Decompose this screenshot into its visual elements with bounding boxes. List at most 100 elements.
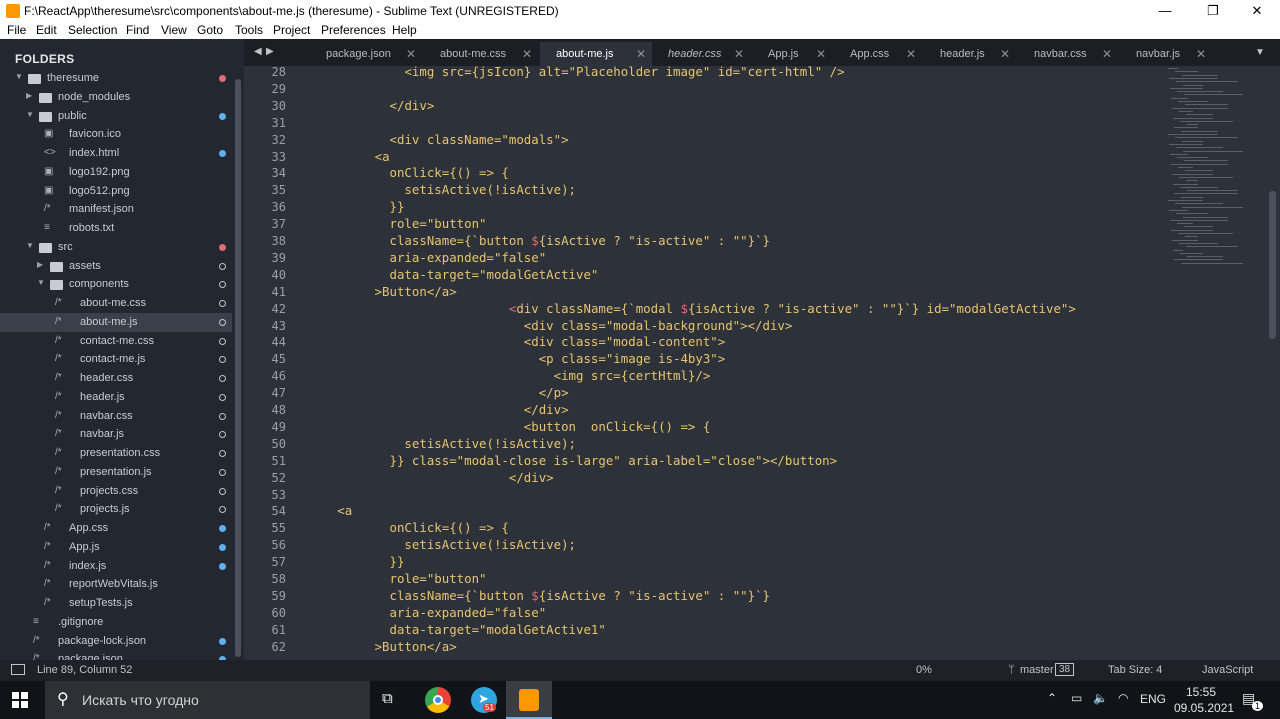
code-line[interactable]: <p class="image is-4by3"> [300,351,726,366]
code-line[interactable]: className={`button ${isActive ? "is-acti… [300,233,770,248]
sidebar-item[interactable]: /* setupTests.js [0,594,232,613]
minimize-button[interactable]: — [1142,0,1188,22]
menu-view[interactable]: View [161,23,187,37]
tab-prev-icon[interactable]: ◀ [254,46,262,57]
sidebar-item[interactable]: /* header.js [0,388,232,407]
sidebar-item[interactable]: /* App.js [0,538,232,557]
chevron-down-icon[interactable]: ▼ [26,110,34,119]
close-tab-icon[interactable]: ✕ [1000,42,1010,66]
taskbar-search[interactable]: ⚲ Искать что угодно [45,681,370,719]
sidebar-item[interactable]: ▼ theresume [0,69,232,88]
chevron-down-icon[interactable]: ▼ [26,241,34,250]
sublime-taskbar-item[interactable] [506,681,552,719]
sidebar-item[interactable]: /* App.css [0,519,232,538]
menu-goto[interactable]: Goto [197,23,223,37]
sidebar-item[interactable]: /* header.css [0,369,232,388]
sidebar-item[interactable]: /* projects.js [0,500,232,519]
code-line[interactable]: </div> [300,470,554,485]
sidebar-item[interactable]: ▣ logo192.png [0,163,232,182]
sidebar-item[interactable]: /* about-me.js [0,312,232,332]
close-tab-icon[interactable]: ✕ [406,42,416,66]
code-line[interactable]: setisActive(!isActive); [300,436,576,451]
sidebar-item[interactable]: /* presentation.js [0,463,232,482]
close-tab-icon[interactable]: ✕ [1196,42,1206,66]
code-line[interactable]: </div> [300,98,435,113]
sidebar-item[interactable]: ▶ assets [0,257,232,276]
sidebar-item[interactable]: /* about-me.css [0,294,232,313]
sidebar-item[interactable]: /* navbar.css [0,407,232,426]
sidebar-item[interactable]: /* package.json [0,650,232,660]
tab-next-icon[interactable]: ▶ [266,46,274,57]
sidebar-item[interactable]: ▣ favicon.ico [0,125,232,144]
code-line[interactable]: onClick={() => { [300,165,509,180]
code-line[interactable]: <div class="modal-content"> [300,334,725,349]
telegram-icon[interactable]: ➤ 51 [471,687,497,713]
clock-time[interactable]: 15:55 [1186,685,1216,699]
tab-app-css[interactable]: App.css ✕ [834,42,922,66]
code-line[interactable]: setisActive(!isActive); [300,182,576,197]
code-line[interactable]: data-target="modalGetActive1" [300,622,606,637]
battery-icon[interactable]: ▭ [1071,691,1082,705]
code-line[interactable]: <div className="modals"> [300,132,569,147]
code-line[interactable]: aria-expanded="false" [300,605,547,620]
code-line[interactable]: aria-expanded="false" [300,250,547,265]
code-line[interactable]: }} [300,554,405,569]
tab-list-icon[interactable]: ▼ [1255,47,1265,58]
code-line[interactable]: </div> [300,402,569,417]
tab-about-me-js[interactable]: about-me.js ✕ [540,42,652,66]
wifi-icon[interactable]: ◠ [1118,691,1128,705]
menu-help[interactable]: Help [392,23,417,37]
code-line[interactable]: data-target="modalGetActive" [300,267,599,282]
code-line[interactable]: >Button</a> [300,639,457,654]
code-line[interactable]: role="button" [300,571,487,586]
sidebar-item[interactable]: /* package-lock.json [0,632,232,651]
code-line[interactable]: <button onClick={() => { [300,419,711,434]
chevron-down-icon[interactable]: ▼ [15,72,23,81]
sidebar-item[interactable]: ▶ node_modules [0,88,232,107]
code-line[interactable]: }} [300,199,405,214]
code-line[interactable]: <img src={certHtml}/> [300,368,711,383]
code-line[interactable]: onClick={() => { [300,520,509,535]
close-tab-icon[interactable]: ✕ [816,42,826,66]
tab-package-json[interactable]: package.json ✕ [310,42,422,66]
close-tab-icon[interactable]: ✕ [636,42,646,66]
code-line[interactable]: <div className={`modal ${isActive ? "is-… [300,301,1076,316]
tab-app-js[interactable]: App.js ✕ [752,42,832,66]
tab-size[interactable]: Tab Size: 4 [1108,664,1162,676]
menu-preferences[interactable]: Preferences [321,23,386,37]
panel-toggle-icon[interactable] [11,664,25,675]
sidebar-item[interactable]: ▼ components [0,275,232,294]
menu-tools[interactable]: Tools [235,23,263,37]
task-view-icon[interactable]: ⧉ [382,690,393,707]
code-line[interactable]: <a [300,503,352,518]
git-branch[interactable]: master [1020,664,1054,676]
sidebar-item[interactable]: ▼ src [0,238,232,257]
code-editor[interactable]: 28 <img src={jsIcon} alt="Placeholder im… [244,66,1280,660]
sidebar-item[interactable]: /* contact-me.js [0,350,232,369]
code-line[interactable]: <div class="modal-background"></div> [300,318,793,333]
sidebar-item[interactable]: ≡ robots.txt [0,219,232,238]
code-line[interactable]: >Button</a> [300,284,457,299]
chrome-icon[interactable] [425,687,451,713]
tray-overflow-icon[interactable]: ⌃ [1047,691,1057,705]
sidebar-item[interactable]: /* index.js [0,557,232,576]
menu-project[interactable]: Project [273,23,310,37]
editor-scrollbar[interactable] [1269,191,1276,339]
input-language[interactable]: ENG [1140,692,1166,706]
menu-find[interactable]: Find [126,23,149,37]
chevron-down-icon[interactable]: ▼ [37,278,45,287]
code-line[interactable]: </p> [300,385,569,400]
code-line[interactable]: <img src={jsIcon} alt="Placeholder image… [300,66,844,79]
code-line[interactable]: setisActive(!isActive); [300,537,576,552]
sidebar-item[interactable]: <> index.html [0,144,232,163]
menu-edit[interactable]: Edit [36,23,57,37]
sidebar-item[interactable]: /* reportWebVitals.js [0,575,232,594]
chevron-right-icon[interactable]: ▶ [37,260,43,269]
tab-header-js[interactable]: header.js ✕ [924,42,1016,66]
sidebar-item[interactable]: /* navbar.js [0,425,232,444]
chevron-right-icon[interactable]: ▶ [26,91,32,100]
menu-file[interactable]: File [7,23,26,37]
maximize-button[interactable]: ❐ [1190,0,1236,22]
minimap[interactable] [1164,68,1264,288]
close-tab-icon[interactable]: ✕ [734,42,744,66]
